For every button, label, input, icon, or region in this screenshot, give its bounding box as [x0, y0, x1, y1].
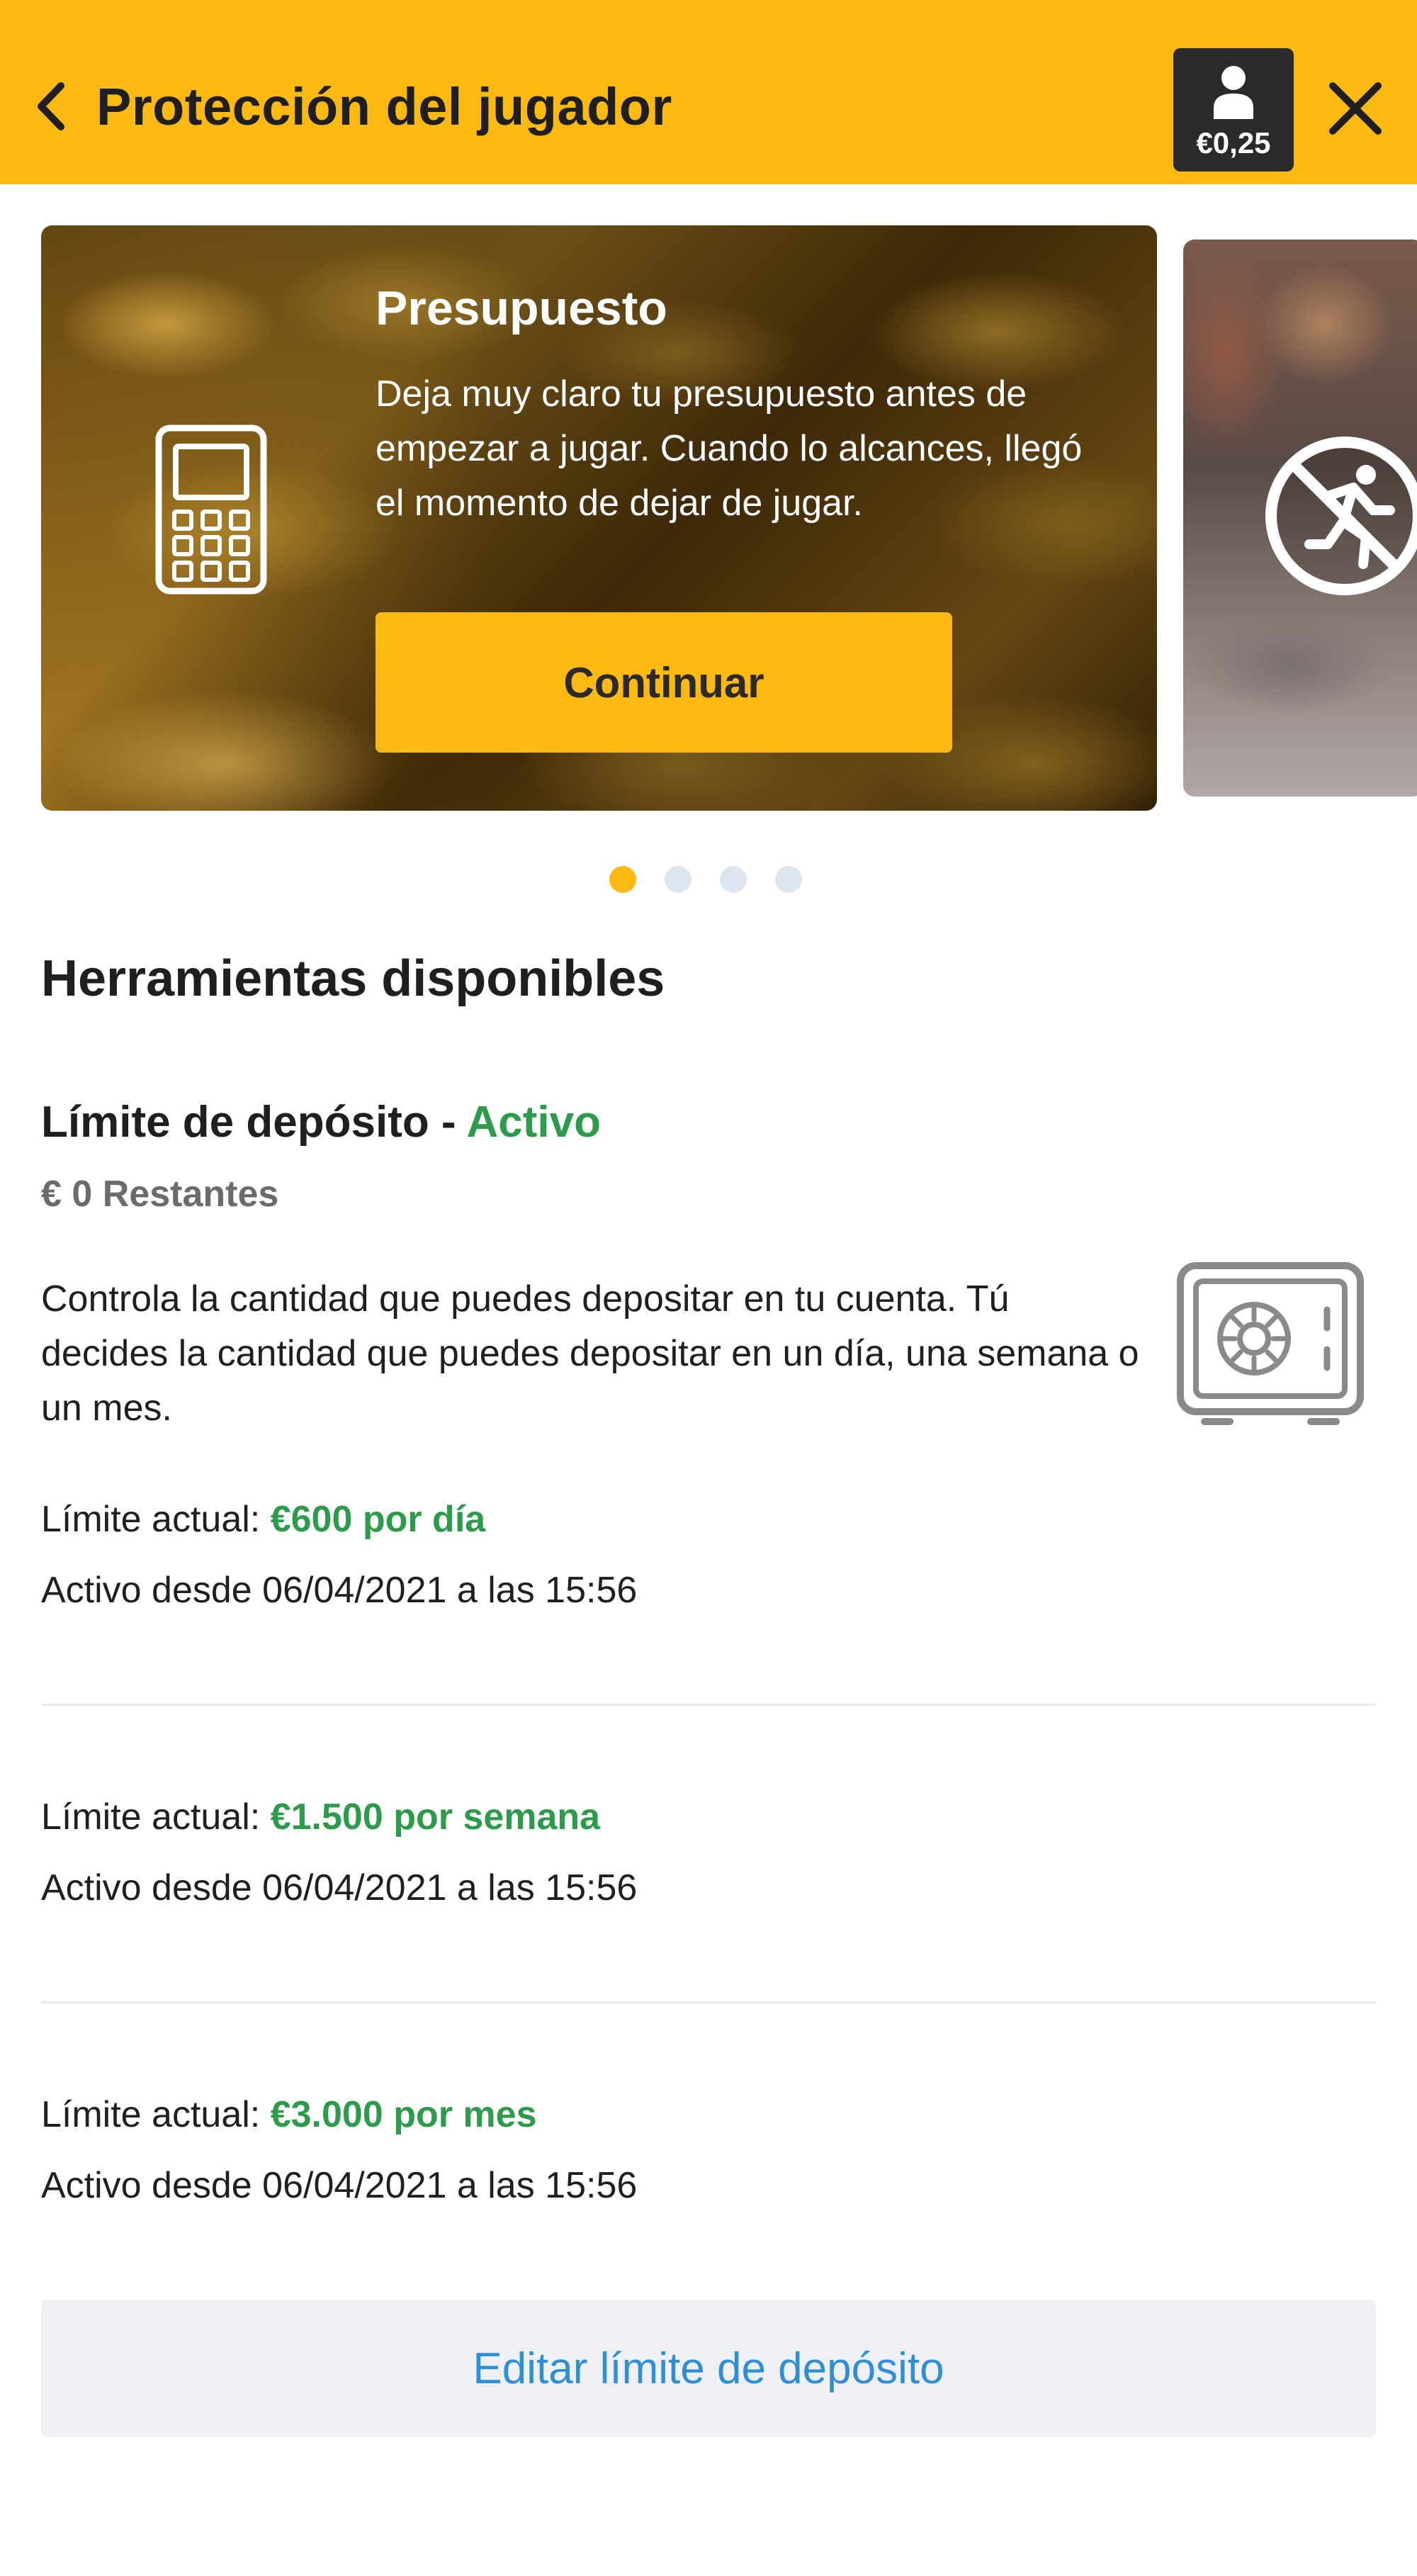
limit-active-since: Activo desde 06/04/2021 a las 15:56 [41, 2165, 638, 2206]
deposit-limit-title: Límite de depósito - Activo [41, 1097, 601, 1147]
carousel-pagination [609, 866, 802, 893]
remaining-amount: € 0 Restantes [41, 1174, 279, 1215]
limit-current: Límite actual: €600 por día [41, 1497, 1376, 1542]
limit-current: Límite actual: €1.500 por semana [41, 1794, 1376, 1840]
safe-icon [1175, 1260, 1366, 1434]
pagination-dot-2[interactable] [665, 866, 691, 893]
player-protection-page: Protección del jugador €0,25 Presupuesto… [0, 0, 1417, 2576]
limit-value: €3.000 por mes [270, 2094, 537, 2135]
card-title: Presupuesto [376, 281, 667, 335]
section-title: Herramientas disponibles [41, 950, 665, 1007]
pagination-dot-3[interactable] [720, 866, 747, 893]
limit-monthly: Límite actual: €3.000 por mes Activo des… [41, 2092, 1376, 2208]
pagination-dot-4[interactable] [775, 866, 802, 893]
user-icon [1214, 66, 1253, 119]
limit-label: Límite actual: [41, 2094, 271, 2135]
carousel-card-budget: Presupuesto Deja muy claro tu presupuest… [41, 225, 1157, 811]
balance-amount: €0,25 [1196, 126, 1271, 159]
limit-label: Límite actual: [41, 1796, 271, 1838]
divider [41, 2001, 1376, 2003]
limit-weekly: Límite actual: €1.500 por semana Activo … [41, 1794, 1376, 1911]
limit-current: Límite actual: €3.000 por mes [41, 2092, 1376, 2137]
limit-value: €600 por día [270, 1499, 486, 1540]
pagination-dot-1[interactable] [609, 866, 636, 893]
edit-deposit-limit-button[interactable]: Editar límite de depósito [41, 2300, 1376, 2437]
limit-daily: Límite actual: €600 por día Activo desde… [41, 1497, 1376, 1613]
deposit-limit-description: Controla la cantidad que puedes deposita… [41, 1278, 1139, 1429]
no-running-icon [1260, 431, 1417, 604]
back-button[interactable] [26, 71, 75, 142]
divider [41, 1704, 1376, 1706]
limit-active-since: Activo desde 06/04/2021 a las 15:56 [41, 1570, 638, 1611]
deposit-limit-label: Límite de depósito - [41, 1098, 467, 1147]
continue-button[interactable]: Continuar [376, 612, 952, 753]
tips-carousel[interactable]: Presupuesto Deja muy claro tu presupuest… [0, 225, 1417, 814]
status-badge: Activo [466, 1098, 601, 1147]
limit-value: €1.500 por semana [270, 1796, 601, 1838]
carousel-card-next[interactable] [1183, 240, 1417, 797]
close-icon [1329, 82, 1382, 135]
limit-active-since: Activo desde 06/04/2021 a las 15:56 [41, 1867, 638, 1908]
page-title: Protección del jugador [96, 77, 672, 136]
limit-label: Límite actual: [41, 1499, 271, 1540]
close-button[interactable] [1323, 77, 1387, 140]
account-balance-button[interactable]: €0,25 [1173, 48, 1294, 171]
calculator-icon [154, 424, 268, 599]
app-header: Protección del jugador €0,25 [0, 0, 1417, 184]
card-description: Deja muy claro tu presupuesto antes de e… [376, 373, 1083, 524]
chevron-left-icon [38, 82, 64, 130]
